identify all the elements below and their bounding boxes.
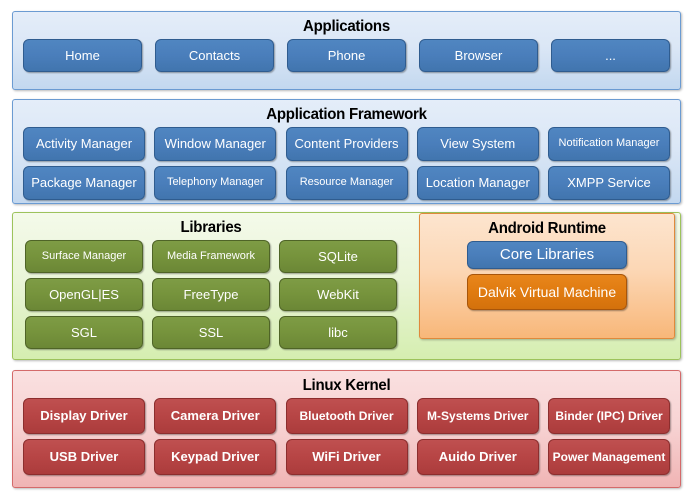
framework-box-content-providers[interactable]: Content Providers <box>285 127 408 161</box>
framework-box-location-manager[interactable]: Location Manager <box>416 166 539 200</box>
library-box-sgl[interactable]: SGL <box>25 316 143 349</box>
kernel-row-1: Display Driver Camera Driver Bluetooth D… <box>13 398 680 434</box>
library-box-ssl[interactable]: SSL <box>152 316 270 349</box>
layer-title-application-framework: Application Framework <box>266 106 427 123</box>
libraries-row-1: Surface Manager Media Framework SQLite <box>13 240 409 273</box>
libraries-row-2: OpenGL|ES FreeType WebKit <box>13 278 409 311</box>
library-box-sqlite[interactable]: SQLite <box>279 240 397 273</box>
framework-box-view-system[interactable]: View System <box>416 127 539 161</box>
kernel-box-binder-ipc-driver[interactable]: Binder (IPC) Driver <box>548 398 670 434</box>
framework-box-notification-manager[interactable]: Notification Manager <box>548 127 670 161</box>
kernel-box-keypad-driver[interactable]: Keypad Driver <box>154 439 277 475</box>
app-box-phone[interactable]: Phone <box>287 39 406 72</box>
library-box-surface-manager[interactable]: Surface Manager <box>25 240 143 273</box>
kernel-row-2: USB Driver Keypad Driver WiFi Driver Aui… <box>13 439 680 475</box>
library-box-webkit[interactable]: WebKit <box>279 278 397 311</box>
kernel-box-usb-driver[interactable]: USB Driver <box>23 439 145 475</box>
library-box-opengl-es[interactable]: OpenGL|ES <box>25 278 143 311</box>
library-box-media-framework[interactable]: Media Framework <box>152 240 270 273</box>
framework-box-package-manager[interactable]: Package Manager <box>23 166 145 200</box>
layer-title-applications: Applications <box>303 18 390 35</box>
framework-box-telephony-manager[interactable]: Telephony Manager <box>154 166 277 200</box>
framework-row-2: Package Manager Telephony Manager Resour… <box>13 166 680 200</box>
kernel-box-display-driver[interactable]: Display Driver <box>23 398 145 434</box>
library-box-freetype[interactable]: FreeType <box>152 278 270 311</box>
layer-android-runtime: Android Runtime Core Libraries Dalvik Vi… <box>419 213 675 339</box>
app-box-browser[interactable]: Browser <box>419 39 538 72</box>
framework-row-1: Activity Manager Window Manager Content … <box>13 127 680 161</box>
app-box-home[interactable]: Home <box>23 39 142 72</box>
library-box-libc[interactable]: libc <box>279 316 397 349</box>
kernel-box-wifi-driver[interactable]: WiFi Driver <box>285 439 408 475</box>
runtime-box-core-libraries[interactable]: Core Libraries <box>467 241 627 269</box>
layer-title-linux-kernel: Linux Kernel <box>302 377 391 394</box>
kernel-box-power-management[interactable]: Power Management <box>548 439 670 475</box>
android-architecture-diagram: Applications Home Contacts Phone Browser… <box>0 0 693 500</box>
libraries-row-3: SGL SSL libc <box>13 316 409 349</box>
layer-title-android-runtime: Android Runtime <box>488 220 606 237</box>
framework-box-window-manager[interactable]: Window Manager <box>154 127 277 161</box>
applications-row: Home Contacts Phone Browser ... <box>13 39 680 72</box>
kernel-box-audio-driver[interactable]: Auido Driver <box>416 439 539 475</box>
kernel-box-m-systems-driver[interactable]: M-Systems Driver <box>416 398 539 434</box>
layer-linux-kernel: Linux Kernel Display Driver Camera Drive… <box>12 370 681 488</box>
framework-box-resource-manager[interactable]: Resource Manager <box>285 166 408 200</box>
kernel-box-camera-driver[interactable]: Camera Driver <box>154 398 277 434</box>
layer-title-libraries: Libraries <box>180 219 242 236</box>
layer-application-framework: Application Framework Activity Manager W… <box>12 99 681 204</box>
framework-box-xmpp-service[interactable]: XMPP Service <box>548 166 670 200</box>
kernel-box-bluetooth-driver[interactable]: Bluetooth Driver <box>285 398 408 434</box>
app-box-contacts[interactable]: Contacts <box>155 39 274 72</box>
runtime-box-dalvik-virtual-machine[interactable]: Dalvik Virtual Machine <box>467 274 627 310</box>
app-box-more[interactable]: ... <box>551 39 670 72</box>
layer-applications: Applications Home Contacts Phone Browser… <box>12 11 681 90</box>
framework-box-activity-manager[interactable]: Activity Manager <box>23 127 145 161</box>
libraries-inner: Libraries Surface Manager Media Framewor… <box>13 213 409 349</box>
